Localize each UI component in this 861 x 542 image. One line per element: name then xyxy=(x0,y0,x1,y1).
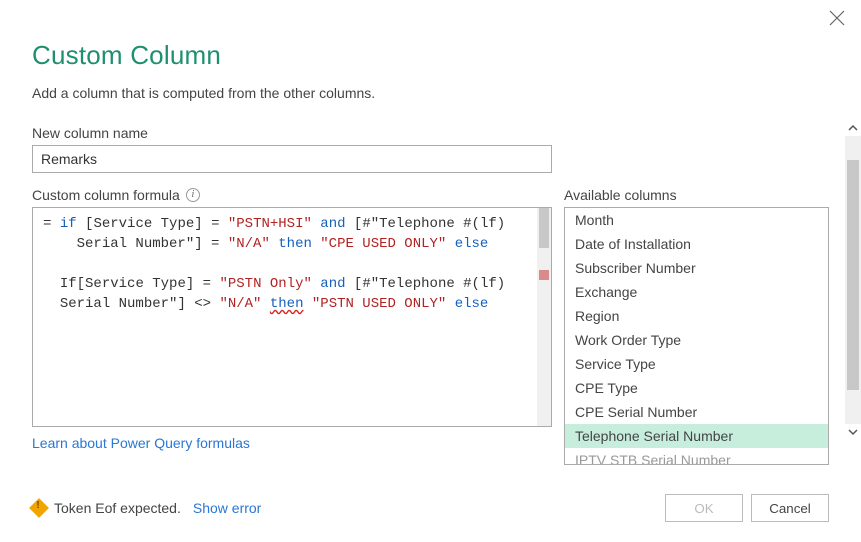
dialog-scrollbar[interactable] xyxy=(845,120,861,440)
column-item[interactable]: CPE Serial Number xyxy=(565,400,828,424)
ok-button[interactable]: OK xyxy=(665,494,743,522)
dialog-subtitle: Add a column that is computed from the o… xyxy=(32,85,829,101)
column-item[interactable]: Work Order Type xyxy=(565,328,828,352)
column-item[interactable]: Month xyxy=(565,208,828,232)
formula-editor[interactable]: = if [Service Type] = "PSTN+HSI" and [#"… xyxy=(32,207,552,427)
scrollbar-thumb[interactable] xyxy=(539,208,549,248)
column-item[interactable]: Region xyxy=(565,304,828,328)
cancel-button[interactable]: Cancel xyxy=(751,494,829,522)
new-column-name-label: New column name xyxy=(32,125,829,141)
warning-icon xyxy=(29,498,49,518)
column-item-selected[interactable]: Telephone Serial Number xyxy=(565,424,828,448)
warning-text: Token Eof expected. xyxy=(54,500,181,516)
dialog-title: Custom Column xyxy=(32,40,829,71)
column-item[interactable]: CPE Type xyxy=(565,376,828,400)
column-item[interactable]: IPTV STB Serial Number xyxy=(565,448,828,465)
info-icon[interactable]: i xyxy=(186,188,200,202)
new-column-name-input[interactable] xyxy=(32,145,552,173)
error-marker[interactable] xyxy=(539,270,549,280)
show-error-link[interactable]: Show error xyxy=(193,500,261,516)
dialog-footer: Token Eof expected. Show error OK Cancel xyxy=(32,494,829,522)
custom-column-dialog: Custom Column Add a column that is compu… xyxy=(0,0,861,542)
available-columns-list[interactable]: Month Date of Installation Subscriber Nu… xyxy=(564,207,829,465)
formula-label: Custom column formula i xyxy=(32,187,552,203)
column-item[interactable]: Subscriber Number xyxy=(565,256,828,280)
column-item[interactable]: Date of Installation xyxy=(565,232,828,256)
available-columns-label: Available columns xyxy=(564,187,829,203)
close-button[interactable] xyxy=(829,10,845,29)
formula-label-text: Custom column formula xyxy=(32,187,180,203)
scroll-down-arrow[interactable] xyxy=(845,424,861,440)
learn-link[interactable]: Learn about Power Query formulas xyxy=(32,435,250,451)
close-icon xyxy=(829,10,845,26)
scrollbar-thumb[interactable] xyxy=(847,160,859,390)
column-item[interactable]: Exchange xyxy=(565,280,828,304)
column-item[interactable]: Service Type xyxy=(565,352,828,376)
formula-scrollbar[interactable] xyxy=(537,208,551,426)
scroll-up-arrow[interactable] xyxy=(845,120,861,136)
